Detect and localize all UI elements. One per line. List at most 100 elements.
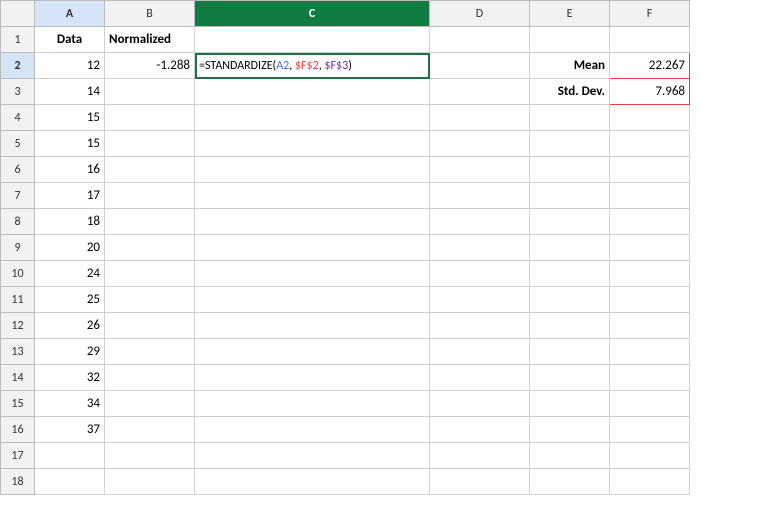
- cell-c9[interactable]: [195, 235, 430, 261]
- cell-f5[interactable]: [610, 131, 690, 157]
- cell-f11[interactable]: [610, 287, 690, 313]
- cell-d2[interactable]: [430, 53, 530, 79]
- cell-d11[interactable]: [430, 287, 530, 313]
- cell-b12[interactable]: [105, 313, 195, 339]
- cell-c3[interactable]: [195, 79, 430, 105]
- cell-b13[interactable]: [105, 339, 195, 365]
- cell-f3[interactable]: 7.968: [610, 79, 690, 105]
- cell-a11[interactable]: 25: [35, 287, 105, 313]
- cell-e18[interactable]: [530, 469, 610, 495]
- cell-e6[interactable]: [530, 157, 610, 183]
- cell-c10[interactable]: [195, 261, 430, 287]
- cell-f6[interactable]: [610, 157, 690, 183]
- cell-c8[interactable]: [195, 209, 430, 235]
- cell-a3[interactable]: 14: [35, 79, 105, 105]
- cell-d12[interactable]: [430, 313, 530, 339]
- cell-b17[interactable]: [105, 443, 195, 469]
- cell-e15[interactable]: [530, 391, 610, 417]
- cell-d18[interactable]: [430, 469, 530, 495]
- col-header-f[interactable]: F: [610, 1, 690, 27]
- cell-e13[interactable]: [530, 339, 610, 365]
- cell-c18[interactable]: [195, 469, 430, 495]
- cell-d9[interactable]: [430, 235, 530, 261]
- cell-a2[interactable]: 12: [35, 53, 105, 79]
- cell-f1[interactable]: [610, 27, 690, 53]
- cell-b3[interactable]: [105, 79, 195, 105]
- cell-d17[interactable]: [430, 443, 530, 469]
- cell-d3[interactable]: [430, 79, 530, 105]
- cell-b14[interactable]: [105, 365, 195, 391]
- col-header-a[interactable]: A: [35, 1, 105, 27]
- cell-e17[interactable]: [530, 443, 610, 469]
- cell-a9[interactable]: 20: [35, 235, 105, 261]
- cell-b9[interactable]: [105, 235, 195, 261]
- cell-e4[interactable]: [530, 105, 610, 131]
- cell-f2[interactable]: 22.267: [610, 53, 690, 79]
- cell-d13[interactable]: [430, 339, 530, 365]
- cell-d4[interactable]: [430, 105, 530, 131]
- col-header-c[interactable]: C: [195, 1, 430, 27]
- cell-f13[interactable]: [610, 339, 690, 365]
- cell-d6[interactable]: [430, 157, 530, 183]
- cell-f7[interactable]: [610, 183, 690, 209]
- cell-b1[interactable]: Normalized: [105, 27, 195, 53]
- cell-a6[interactable]: 16: [35, 157, 105, 183]
- cell-b15[interactable]: [105, 391, 195, 417]
- cell-b16[interactable]: [105, 417, 195, 443]
- col-header-e[interactable]: E: [530, 1, 610, 27]
- cell-a4[interactable]: 15: [35, 105, 105, 131]
- cell-e5[interactable]: [530, 131, 610, 157]
- cell-c5[interactable]: [195, 131, 430, 157]
- cell-b10[interactable]: [105, 261, 195, 287]
- cell-a16[interactable]: 37: [35, 417, 105, 443]
- col-header-b[interactable]: B: [105, 1, 195, 27]
- cell-f9[interactable]: [610, 235, 690, 261]
- cell-c7[interactable]: [195, 183, 430, 209]
- cell-d1[interactable]: [430, 27, 530, 53]
- cell-b11[interactable]: [105, 287, 195, 313]
- cell-b4[interactable]: [105, 105, 195, 131]
- cell-a14[interactable]: 32: [35, 365, 105, 391]
- col-header-d[interactable]: D: [430, 1, 530, 27]
- cell-e10[interactable]: [530, 261, 610, 287]
- cell-b8[interactable]: [105, 209, 195, 235]
- cell-e9[interactable]: [530, 235, 610, 261]
- cell-a18[interactable]: [35, 469, 105, 495]
- cell-b6[interactable]: [105, 157, 195, 183]
- cell-c11[interactable]: [195, 287, 430, 313]
- cell-a12[interactable]: 26: [35, 313, 105, 339]
- cell-b7[interactable]: [105, 183, 195, 209]
- cell-f4[interactable]: [610, 105, 690, 131]
- cell-c14[interactable]: [195, 365, 430, 391]
- cell-a13[interactable]: 29: [35, 339, 105, 365]
- cell-e11[interactable]: [530, 287, 610, 313]
- cell-c12[interactable]: [195, 313, 430, 339]
- cell-f10[interactable]: [610, 261, 690, 287]
- cell-c16[interactable]: [195, 417, 430, 443]
- cell-a7[interactable]: 17: [35, 183, 105, 209]
- cell-e8[interactable]: [530, 209, 610, 235]
- cell-e12[interactable]: [530, 313, 610, 339]
- cell-f15[interactable]: [610, 391, 690, 417]
- cell-f14[interactable]: [610, 365, 690, 391]
- cell-c4[interactable]: [195, 105, 430, 131]
- cell-c2[interactable]: =STANDARDIZE(A2, $F$2, $F$3): [195, 53, 430, 79]
- cell-d8[interactable]: [430, 209, 530, 235]
- cell-b2[interactable]: -1.288: [105, 53, 195, 79]
- cell-b5[interactable]: [105, 131, 195, 157]
- cell-d5[interactable]: [430, 131, 530, 157]
- cell-a10[interactable]: 24: [35, 261, 105, 287]
- cell-d7[interactable]: [430, 183, 530, 209]
- cell-d15[interactable]: [430, 391, 530, 417]
- cell-f12[interactable]: [610, 313, 690, 339]
- cell-d10[interactable]: [430, 261, 530, 287]
- cell-e14[interactable]: [530, 365, 610, 391]
- cell-e2[interactable]: Mean: [530, 53, 610, 79]
- cell-b18[interactable]: [105, 469, 195, 495]
- cell-f8[interactable]: [610, 209, 690, 235]
- cell-d16[interactable]: [430, 417, 530, 443]
- cell-f16[interactable]: [610, 417, 690, 443]
- cell-c17[interactable]: [195, 443, 430, 469]
- cell-e7[interactable]: [530, 183, 610, 209]
- cell-c13[interactable]: [195, 339, 430, 365]
